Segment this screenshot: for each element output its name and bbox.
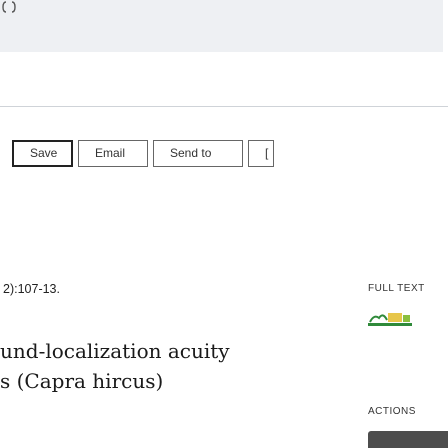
publisher-logo-icon[interactable]	[368, 310, 412, 328]
send-to-button[interactable]: Send to	[153, 140, 243, 167]
article-title-line-1: und-localization acuity	[0, 339, 230, 363]
article-title-line-2: s (Capra hircus)	[0, 369, 164, 393]
action-button[interactable]	[368, 431, 448, 448]
actions-heading: ACTIONS	[368, 406, 416, 417]
header-band	[0, 0, 443, 52]
display-options-button[interactable]: [	[248, 140, 274, 167]
citation-suffix: 2):107-13.	[3, 282, 60, 296]
full-text-heading: FULL TEXT	[368, 283, 425, 294]
rounded-bracket-icon	[2, 1, 16, 13]
save-button[interactable]: Save	[12, 140, 73, 167]
share-toolbar: Save Email Send to [	[12, 126, 448, 170]
email-button[interactable]: Email	[78, 140, 148, 167]
article-title: und-localization acuity s (Capra hircus)	[0, 336, 318, 396]
header-divider	[0, 106, 448, 107]
